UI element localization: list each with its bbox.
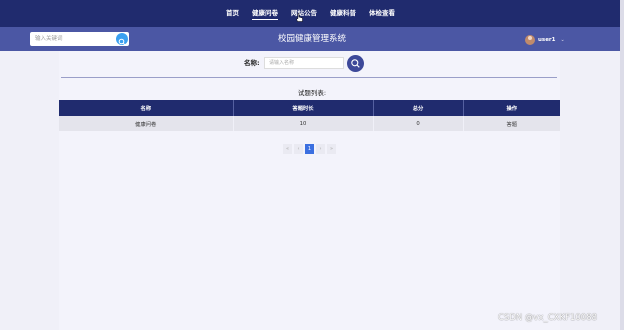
- table-header-row: 名称 答题时长 总分 操作: [59, 100, 560, 116]
- user-menu[interactable]: user1 ⌄: [525, 34, 565, 45]
- window-edge: [620, 0, 624, 330]
- search-icon: [351, 59, 360, 68]
- nav-item-checkup[interactable]: 体检查看: [369, 7, 395, 20]
- column-header-score: 总分: [373, 100, 464, 116]
- nav-item-announcements[interactable]: 网站公告: [291, 7, 317, 20]
- list-title: 试题列表:: [297, 89, 327, 97]
- cell-score: 0: [373, 116, 464, 131]
- avatar[interactable]: [525, 34, 535, 45]
- nav-menu: 首页 健康问卷 网站公告 健康科普 体检查看: [226, 7, 408, 20]
- nav-item-health-questionnaire[interactable]: 健康问卷: [252, 7, 278, 20]
- watermark: CSDN @vx_CXKF10088: [498, 313, 598, 323]
- page-current-button[interactable]: 1: [305, 144, 314, 154]
- pagination: « ‹ 1 › »: [283, 144, 336, 154]
- divider: [61, 77, 557, 78]
- questionnaire-table: 名称 答题时长 总分 操作 健康问卷 10 0 答题: [59, 100, 560, 131]
- nav-item-home[interactable]: 首页: [226, 7, 239, 20]
- column-header-action: 操作: [463, 100, 560, 116]
- chevron-down-icon[interactable]: ⌄: [560, 37, 564, 43]
- cell-name: 健康问卷: [59, 116, 234, 131]
- filter-search-button[interactable]: [347, 55, 364, 72]
- table-row: 健康问卷 10 0 答题: [59, 116, 560, 131]
- mouse-cursor-icon: [296, 13, 303, 22]
- page-next-button[interactable]: ›: [316, 144, 325, 154]
- column-header-name: 名称: [59, 100, 234, 116]
- answer-button[interactable]: 答题: [463, 116, 560, 131]
- cell-duration: 10: [233, 116, 374, 131]
- user-name[interactable]: user1: [538, 37, 555, 43]
- page-last-button[interactable]: »: [327, 144, 336, 154]
- name-filter-input[interactable]: [264, 57, 344, 69]
- nav-item-health-science[interactable]: 健康科普: [330, 7, 356, 20]
- page-prev-button[interactable]: ‹: [294, 144, 303, 154]
- column-header-duration: 答题时长: [233, 100, 374, 116]
- top-navigation: 首页 健康问卷 网站公告 健康科普 体检查看: [0, 0, 624, 27]
- name-filter-label: 名称:: [244, 59, 260, 67]
- page-first-button[interactable]: «: [283, 144, 292, 154]
